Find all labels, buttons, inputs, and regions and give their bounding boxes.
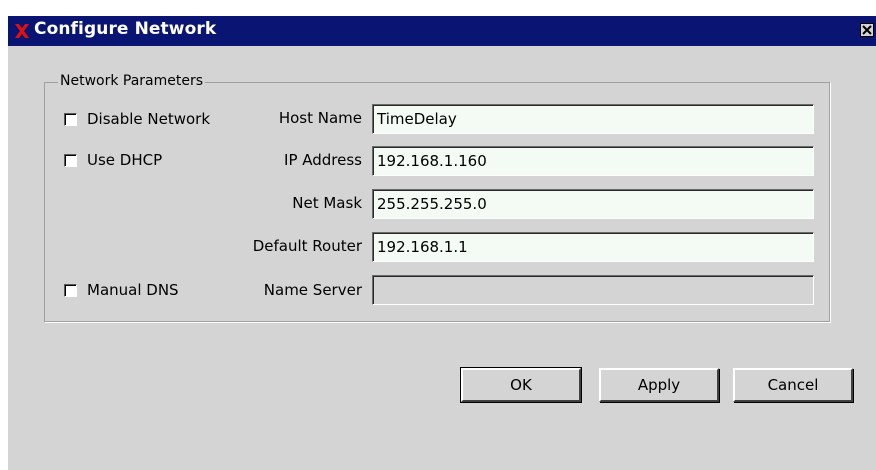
host-name-field[interactable] — [372, 104, 814, 134]
host-name-label: Host Name — [278, 109, 362, 127]
x-logo-icon — [14, 23, 30, 39]
net-mask-label: Net Mask — [292, 194, 362, 212]
default-router-label: Default Router — [252, 237, 362, 255]
use-dhcp-option[interactable]: Use DHCP — [64, 151, 162, 169]
configure-network-dialog: Configure Network Network Parameters Dis… — [8, 16, 876, 470]
ok-button[interactable]: OK — [460, 367, 582, 403]
apply-button[interactable]: Apply — [599, 368, 719, 402]
default-router-field[interactable] — [372, 232, 814, 262]
window-title: Configure Network — [34, 19, 217, 39]
ip-address-label: IP Address — [284, 151, 362, 169]
name-server-field[interactable] — [372, 275, 814, 305]
group-title: Network Parameters — [58, 73, 206, 89]
manual-dns-checkbox[interactable] — [64, 283, 77, 297]
name-server-label: Name Server — [263, 281, 362, 299]
close-icon — [862, 25, 872, 35]
net-mask-field[interactable] — [372, 189, 814, 219]
use-dhcp-label: Use DHCP — [87, 151, 163, 169]
title-bar[interactable]: Configure Network — [8, 16, 876, 46]
disable-network-checkbox[interactable] — [64, 112, 77, 126]
close-button[interactable] — [860, 23, 874, 37]
use-dhcp-checkbox[interactable] — [64, 153, 77, 167]
ip-address-field[interactable] — [372, 146, 814, 176]
cancel-button[interactable]: Cancel — [733, 368, 853, 402]
